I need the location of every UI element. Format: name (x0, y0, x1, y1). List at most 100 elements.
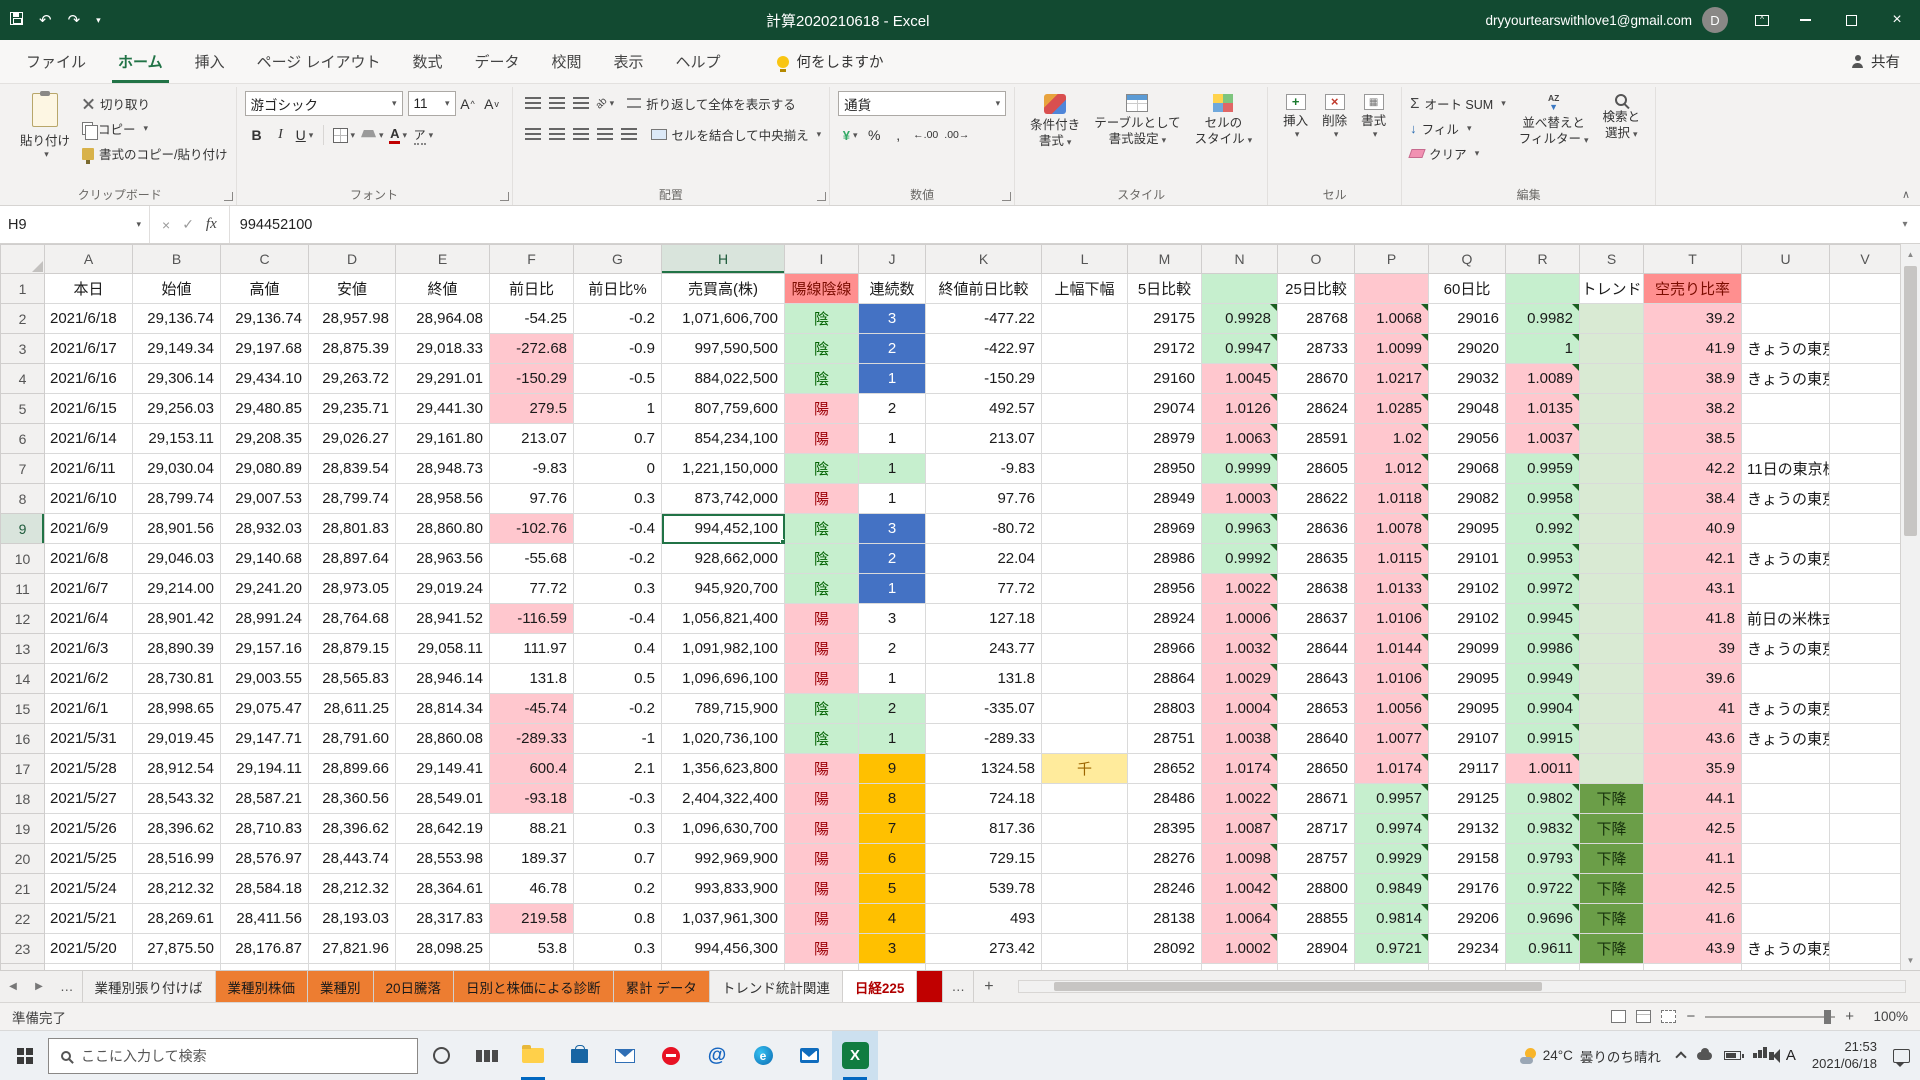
account-email[interactable]: dryyourtearswithlove1@gmail.com (1485, 13, 1692, 28)
cell-L19[interactable] (1042, 814, 1128, 844)
cell-M13[interactable]: 28966 (1128, 634, 1202, 664)
cell-Q23[interactable]: 29234 (1429, 934, 1506, 964)
cell-E22[interactable]: 28,317.83 (396, 904, 490, 934)
cell-I18[interactable]: 陽 (785, 784, 859, 814)
cell-F20[interactable]: 189.37 (490, 844, 574, 874)
cell-E9[interactable]: 28,860.80 (396, 514, 490, 544)
cell-T6[interactable]: 38.5 (1644, 424, 1742, 454)
cell-Q21[interactable]: 29176 (1429, 874, 1506, 904)
decrease-font-size-button[interactable]: Av (480, 92, 504, 116)
cell-R21[interactable]: 0.9722 (1506, 874, 1580, 904)
cell-E10[interactable]: 28,963.56 (396, 544, 490, 574)
cell-N4[interactable]: 1.0045 (1202, 364, 1278, 394)
cell-Q14[interactable]: 29095 (1429, 664, 1506, 694)
cell-A8[interactable]: 2021/6/10 (45, 484, 133, 514)
cell-N9[interactable]: 0.9963 (1202, 514, 1278, 544)
cell-E14[interactable]: 28,946.14 (396, 664, 490, 694)
format-cells-button[interactable]: ▦ 書式 ▾ (1354, 91, 1393, 144)
cell-L14[interactable] (1042, 664, 1128, 694)
cell-O12[interactable]: 28637 (1278, 604, 1355, 634)
undo-button[interactable]: ↶ (39, 11, 52, 29)
cell-K7[interactable]: -9.83 (926, 454, 1042, 484)
cell-P8[interactable]: 1.0118 (1355, 484, 1429, 514)
cell-H7[interactable]: 1,221,150,000 (662, 454, 785, 484)
cell-P6[interactable]: 1.02 (1355, 424, 1429, 454)
cell-U17[interactable] (1742, 754, 1830, 784)
cell-V4[interactable] (1830, 364, 1901, 394)
cell-H21[interactable]: 993,833,900 (662, 874, 785, 904)
cell-N3[interactable]: 0.9947 (1202, 334, 1278, 364)
cell-O2[interactable]: 28768 (1278, 304, 1355, 334)
cell-F8[interactable]: 97.76 (490, 484, 574, 514)
cell-Q9[interactable]: 29095 (1429, 514, 1506, 544)
cell-A12[interactable]: 2021/6/4 (45, 604, 133, 634)
cell-P18[interactable]: 0.9957 (1355, 784, 1429, 814)
cell-C11[interactable]: 29,241.20 (221, 574, 309, 604)
cell-C22[interactable]: 28,411.56 (221, 904, 309, 934)
cell-A15[interactable]: 2021/6/1 (45, 694, 133, 724)
cell-F17[interactable]: 600.4 (490, 754, 574, 784)
cell-G13[interactable]: 0.4 (574, 634, 662, 664)
row-header-24[interactable]: 24 (1, 964, 45, 971)
cell-U23[interactable]: きょうの東京市場は (1742, 934, 1830, 964)
cell-O17[interactable]: 28650 (1278, 754, 1355, 784)
cell-E8[interactable]: 28,958.56 (396, 484, 490, 514)
wrap-text-button[interactable]: 折り返して全体を表示する (627, 94, 796, 113)
cell-Q1[interactable]: 60日比 (1429, 274, 1506, 304)
cell-A11[interactable]: 2021/6/7 (45, 574, 133, 604)
cell-U21[interactable] (1742, 874, 1830, 904)
cell-O7[interactable]: 28605 (1278, 454, 1355, 484)
cell-U18[interactable] (1742, 784, 1830, 814)
cell-B12[interactable]: 28,901.42 (133, 604, 221, 634)
cell-R10[interactable]: 0.9953 (1506, 544, 1580, 574)
cell-R7[interactable]: 0.9959 (1506, 454, 1580, 484)
cell-C4[interactable]: 29,434.10 (221, 364, 309, 394)
cell-B10[interactable]: 29,046.03 (133, 544, 221, 574)
cell-H8[interactable]: 873,742,000 (662, 484, 785, 514)
sort-filter-button[interactable]: AZ▼ 並べ替えと フィルター▾ (1512, 91, 1596, 150)
cell-N20[interactable]: 1.0098 (1202, 844, 1278, 874)
cell-I9[interactable]: 陰 (785, 514, 859, 544)
cell-O14[interactable]: 28643 (1278, 664, 1355, 694)
cell-J23[interactable]: 3 (859, 934, 926, 964)
cell-K3[interactable]: -422.97 (926, 334, 1042, 364)
row-header-14[interactable]: 14 (1, 664, 45, 694)
cell-M2[interactable]: 29175 (1128, 304, 1202, 334)
cell-H9[interactable]: 994,452,100 (662, 514, 785, 544)
cell-G20[interactable]: 0.7 (574, 844, 662, 874)
cell-R1[interactable] (1506, 274, 1580, 304)
cell-B9[interactable]: 28,901.56 (133, 514, 221, 544)
cell-U9[interactable] (1742, 514, 1830, 544)
minimize-button[interactable] (1782, 0, 1828, 40)
volume-icon[interactable] (1769, 1052, 1774, 1060)
cell-H20[interactable]: 992,969,900 (662, 844, 785, 874)
row-header-6[interactable]: 6 (1, 424, 45, 454)
column-header-V[interactable]: V (1830, 245, 1901, 274)
cell-T16[interactable]: 43.6 (1644, 724, 1742, 754)
cell-L17[interactable]: 千 (1042, 754, 1128, 784)
cell-F7[interactable]: -9.83 (490, 454, 574, 484)
cell-M22[interactable]: 28138 (1128, 904, 1202, 934)
cell-T20[interactable]: 41.1 (1644, 844, 1742, 874)
cell-Q4[interactable]: 29032 (1429, 364, 1506, 394)
cell-S11[interactable] (1580, 574, 1644, 604)
cell-S16[interactable] (1580, 724, 1644, 754)
cell-C17[interactable]: 29,194.11 (221, 754, 309, 784)
dialog-launcher-icon[interactable] (224, 192, 233, 201)
cell-G12[interactable]: -0.4 (574, 604, 662, 634)
cell-R8[interactable]: 0.9958 (1506, 484, 1580, 514)
cell-I15[interactable]: 陰 (785, 694, 859, 724)
cell-O1[interactable]: 25日比較 (1278, 274, 1355, 304)
cell-E3[interactable]: 29,018.33 (396, 334, 490, 364)
cell-D2[interactable]: 28,957.98 (309, 304, 396, 334)
cell-C14[interactable]: 29,003.55 (221, 664, 309, 694)
align-left-button[interactable] (521, 122, 545, 146)
cell-S19[interactable]: 下降 (1580, 814, 1644, 844)
cell-I17[interactable]: 陽 (785, 754, 859, 784)
cell-J12[interactable]: 3 (859, 604, 926, 634)
cell-E7[interactable]: 28,948.73 (396, 454, 490, 484)
cell-K8[interactable]: 97.76 (926, 484, 1042, 514)
cell-I1[interactable]: 陽線陰線 (785, 274, 859, 304)
align-top-button[interactable] (521, 91, 545, 115)
cell-E17[interactable]: 29,149.41 (396, 754, 490, 784)
